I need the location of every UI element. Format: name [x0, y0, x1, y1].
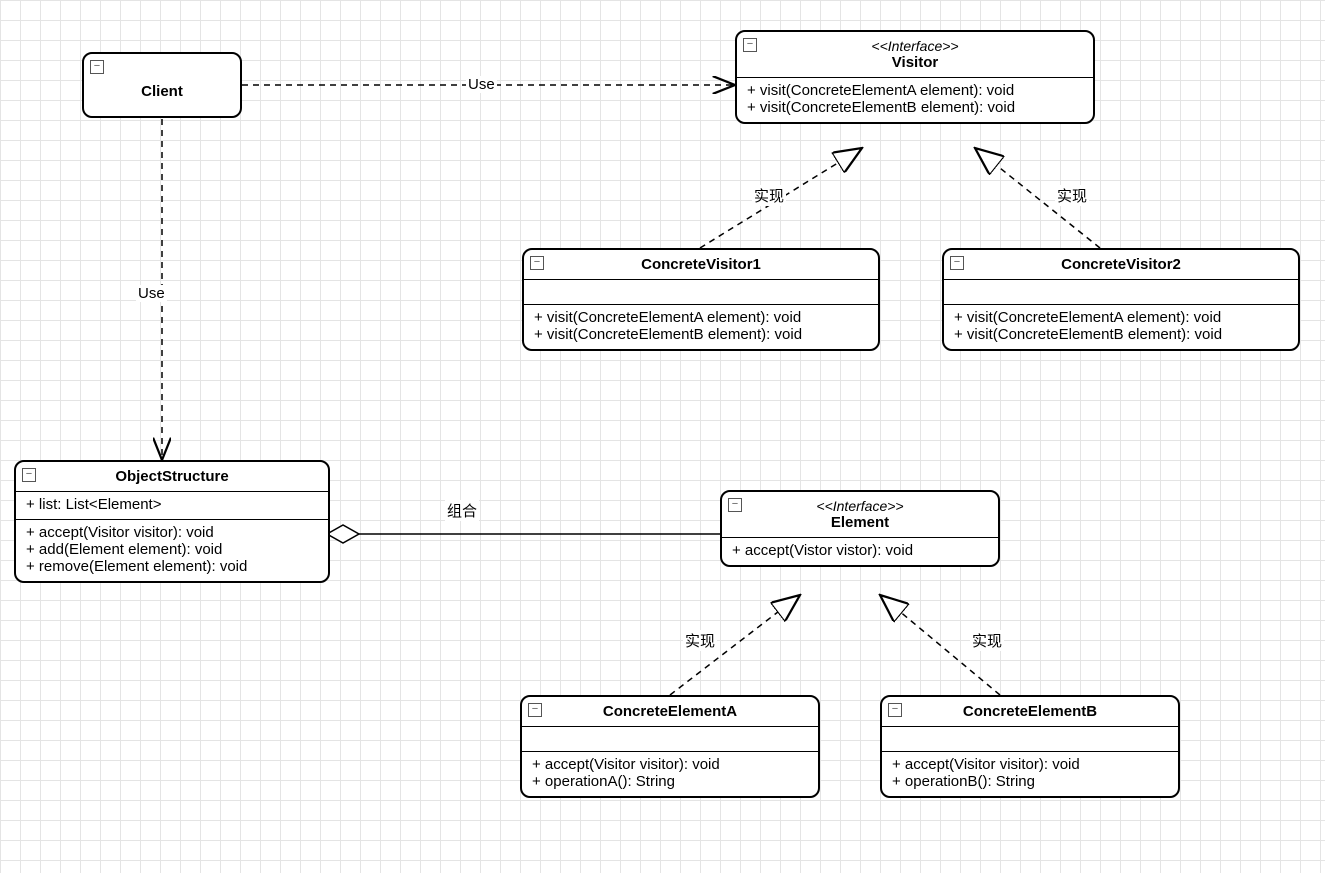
cv1-method: + visit(ConcreteElementB element): void: [534, 326, 868, 343]
visitor-stereotype: <<Interface>>: [745, 38, 1085, 54]
os-method: + remove(Element element): void: [26, 558, 318, 575]
ceb-method: + operationB(): String: [892, 773, 1168, 790]
ceb-method: + accept(Visitor visitor): void: [892, 756, 1168, 773]
cea-method: + accept(Visitor visitor): void: [532, 756, 808, 773]
label-impl: 实现: [1055, 185, 1089, 206]
cea-method: + operationA(): String: [532, 773, 808, 790]
element-name: Element: [831, 514, 889, 531]
os-method: + add(Element element): void: [26, 541, 318, 558]
ceb-name: ConcreteElementB: [963, 703, 1097, 720]
client-name: Client: [141, 83, 183, 100]
class-concreteelementa: − ConcreteElementA + accept(Visitor visi…: [520, 695, 820, 798]
label-compose: 组合: [445, 500, 479, 521]
label-impl: 实现: [970, 630, 1004, 651]
label-use: Use: [136, 285, 167, 302]
visitor-name: Visitor: [892, 54, 938, 71]
collapse-icon[interactable]: −: [728, 498, 742, 512]
collapse-icon[interactable]: −: [528, 703, 542, 717]
os-name: ObjectStructure: [115, 468, 228, 485]
class-objectstructure: − ObjectStructure + list: List<Element> …: [14, 460, 330, 583]
class-concretevisitor1: − ConcreteVisitor1 + visit(ConcreteEleme…: [522, 248, 880, 351]
class-client: − Client: [82, 52, 242, 118]
element-stereotype: <<Interface>>: [730, 498, 990, 514]
collapse-icon[interactable]: −: [743, 38, 757, 52]
interface-visitor: − <<Interface>> Visitor + visit(Concrete…: [735, 30, 1095, 124]
element-method: + accept(Vistor vistor): void: [732, 542, 988, 559]
collapse-icon[interactable]: −: [22, 468, 36, 482]
collapse-icon[interactable]: −: [950, 256, 964, 270]
visitor-method: + visit(ConcreteElementA element): void: [747, 82, 1083, 99]
visitor-method: + visit(ConcreteElementB element): void: [747, 99, 1083, 116]
label-impl: 实现: [683, 630, 717, 651]
cv1-name: ConcreteVisitor1: [641, 256, 761, 273]
label-use: Use: [466, 76, 497, 93]
collapse-icon[interactable]: −: [90, 60, 104, 74]
class-concretevisitor2: − ConcreteVisitor2 + visit(ConcreteEleme…: [942, 248, 1300, 351]
cv2-name: ConcreteVisitor2: [1061, 256, 1181, 273]
cv1-method: + visit(ConcreteElementA element): void: [534, 309, 868, 326]
cv2-method: + visit(ConcreteElementA element): void: [954, 309, 1288, 326]
cv2-method: + visit(ConcreteElementB element): void: [954, 326, 1288, 343]
label-impl: 实现: [752, 185, 786, 206]
os-method: + accept(Visitor visitor): void: [26, 524, 318, 541]
os-attr: + list: List<Element>: [26, 496, 318, 513]
class-concreteelementb: − ConcreteElementB + accept(Visitor visi…: [880, 695, 1180, 798]
cea-name: ConcreteElementA: [603, 703, 737, 720]
collapse-icon[interactable]: −: [888, 703, 902, 717]
collapse-icon[interactable]: −: [530, 256, 544, 270]
interface-element: − <<Interface>> Element + accept(Vistor …: [720, 490, 1000, 567]
